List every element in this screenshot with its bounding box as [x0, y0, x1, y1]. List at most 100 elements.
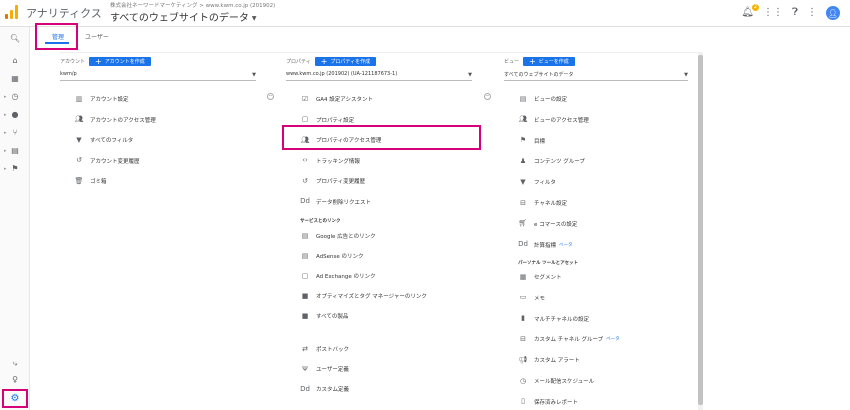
property-item[interactable]: ↺ プロパティ変更履歴 — [300, 175, 365, 187]
view-item[interactable]: 👥︎ ビューのアクセス管理 — [518, 114, 589, 126]
notifications-bell-icon[interactable]: 🔔︎ 2 — [741, 4, 759, 18]
property-access-highlight — [282, 125, 481, 150]
create-account-button[interactable]: + アカウントを作成 — [89, 57, 151, 66]
account-item[interactable]: ↺ アカウント変更履歴 — [74, 155, 140, 167]
view-tool-item[interactable]: ◷ メール配信スケジュール — [518, 375, 594, 387]
property-link-item-label: Google 広告とのリンク — [316, 234, 376, 240]
account-selector[interactable]: kwm/p ▼ — [60, 71, 256, 81]
view-item-label: 目標 — [534, 138, 546, 145]
plus-icon: + — [529, 56, 536, 66]
view-item-label: コンテンツ グループ — [534, 159, 585, 166]
create-view-button[interactable]: + ビューを作成 — [523, 57, 575, 66]
property-item[interactable]: Ψ ユーザー定義 — [300, 363, 349, 375]
property-item[interactable]: Dd カスタム定義 — [300, 383, 349, 395]
help-icon[interactable]: ❓︎ — [792, 8, 798, 18]
account-item[interactable]: ▼ すべてのフィルタ — [74, 134, 133, 146]
code-icon: ‹› — [302, 156, 308, 164]
view-item-label: ビューの設定 — [534, 97, 568, 103]
view-tool-item[interactable]: ▮ マルチチャネルの設定 — [518, 313, 589, 325]
property-item-label: ユーザー定義 — [316, 367, 349, 373]
attribution-icon[interactable]: ⤷ — [0, 359, 30, 369]
view-item[interactable]: ▼ フィルタ — [518, 176, 556, 188]
avatar[interactable]: 👤︎ — [826, 6, 840, 20]
beta-badge: ベータ — [606, 337, 620, 343]
admin-tabs: 管理 ユーザー — [30, 27, 850, 47]
checkbox-icon: ☑ — [301, 94, 309, 103]
property-link-item[interactable]: ▤ Google 広告とのリンク — [300, 230, 376, 242]
conversion-flag-icon[interactable]: ▸ ⚑ — [0, 164, 30, 174]
dd-icon: Dd — [300, 197, 310, 205]
view-item[interactable]: 🛒︎ e コマースの設定 — [518, 218, 578, 230]
account-item[interactable]: ▥ アカウント設定 — [74, 93, 129, 105]
view-item[interactable]: ⚑ 目標 — [518, 135, 545, 147]
fork-icon: Ψ — [302, 364, 308, 373]
property-item[interactable]: ☑ GA4 設定アシスタント — [300, 93, 373, 105]
dark-square-icon: ■ — [301, 311, 309, 320]
view-tool-item-label: メール配信スケジュール — [534, 379, 595, 385]
search-icon[interactable]: 🔍︎ — [0, 34, 30, 44]
bars-icon: ▮ — [521, 314, 525, 323]
megaphone-icon: 📢︎ — [518, 355, 528, 364]
account-item-label: すべてのフィルタ — [90, 138, 134, 144]
discover-bulb-icon[interactable]: ♀ — [0, 375, 30, 385]
note-icon: ▭ — [519, 293, 527, 302]
property-item[interactable]: ⇄ ポストバック — [300, 343, 349, 355]
dark-square-icon: ■ — [301, 291, 309, 300]
view-tool-item[interactable]: ▦ セグメント — [518, 271, 562, 283]
admin-gear-highlight[interactable]: ⚙ — [2, 389, 28, 408]
square-icon: ▢ — [301, 271, 309, 280]
property-item[interactable]: ▢ プロパティ設定 — [300, 114, 354, 126]
tab-user[interactable]: ユーザー — [85, 32, 109, 41]
view-item[interactable]: ⊟ チャネル設定 — [518, 197, 567, 209]
view-tool-item[interactable]: 📢︎ カスタム アラート — [518, 354, 580, 366]
view-selector-dropdown[interactable]: すべてのウェブサイトのデータ ▼ — [504, 71, 688, 81]
property-link-item[interactable]: ▤ AdSense のリンク — [300, 250, 364, 262]
property-item[interactable]: ‹› トラッキング情報 — [300, 155, 360, 167]
view-selector[interactable]: すべてのウェブサイトのデータ ▼ — [110, 9, 257, 24]
account-item-label: ゴミ箱 — [90, 179, 107, 185]
acquisition-icon[interactable]: ▸ ⑂ — [0, 128, 30, 138]
apps-grid-icon[interactable]: ⋮⋮ — [763, 8, 783, 18]
channel-icon: ⊟ — [520, 334, 526, 343]
account-item[interactable]: 🗑︎ ゴミ箱 — [74, 175, 107, 187]
beta-badge: ベータ — [559, 242, 573, 248]
create-property-button[interactable]: + プロパティを作成 — [314, 57, 377, 66]
view-header: ビュー + ビューを作成 — [504, 57, 575, 66]
view-item[interactable]: ▤ ビューの設定 — [518, 93, 567, 105]
audience-person-icon[interactable]: ▸ ● — [0, 110, 30, 120]
property-item-label: GA4 設定アシスタント — [316, 97, 374, 103]
behavior-icon[interactable]: ▸ ▤ — [0, 146, 30, 156]
property-item-label: プロパティ変更履歴 — [316, 179, 366, 185]
property-item-label: トラッキング情報 — [316, 158, 360, 165]
grid-icon: ▤ — [301, 231, 309, 240]
more-vert-icon[interactable]: ⋮ — [807, 8, 817, 18]
property-link-item-label: オプティマイズとタグ マネージャーのリンク — [316, 294, 427, 300]
dashboard-icon[interactable]: ▦ — [0, 74, 30, 84]
property-item[interactable]: Dd データ削除リクエスト — [300, 196, 371, 208]
property-item-label: データ削除リクエスト — [316, 199, 372, 206]
property-selector[interactable]: www.kwm.co.jp (201902) (UA-121187673-1) ▼ — [286, 71, 472, 81]
person-icon: ♟ — [519, 156, 527, 165]
property-link-item[interactable]: ■ オプティマイズとタグ マネージャーのリンク — [300, 290, 427, 302]
view-item[interactable]: Dd 計算指標 ベータ — [518, 239, 573, 251]
property-link-item[interactable]: ■ すべての製品 — [300, 310, 349, 322]
account-item[interactable]: 👥︎ アカウントのアクセス管理 — [74, 114, 156, 126]
view-tool-item[interactable]: ▯ 保存済みレポート — [518, 396, 578, 408]
scrollbar-thumb[interactable] — [698, 55, 703, 405]
realtime-clock-icon[interactable]: ▸ ◷ — [0, 92, 30, 102]
history-icon: ↺ — [76, 156, 82, 164]
view-item-label: 計算指標 — [534, 242, 557, 249]
doc-icon: ▤ — [519, 94, 527, 103]
account-item-label: アカウント変更履歴 — [90, 158, 140, 165]
view-item[interactable]: ♟ コンテンツ グループ — [518, 155, 585, 167]
home-icon[interactable]: ⌂ — [0, 56, 30, 66]
caret-down-icon: ▼ — [252, 72, 256, 78]
view-tool-item[interactable]: ⊟ カスタム チャネル グループ ベータ — [518, 333, 620, 345]
account-breadcrumb[interactable]: 株式会社ネーワードマーケティング > www.kwm.co.jp (201902… — [110, 1, 275, 9]
content-scrollbar[interactable] — [698, 53, 703, 410]
view-title: すべてのウェブサイトのデータ — [110, 13, 249, 24]
view-tool-item-label: メモ — [534, 295, 546, 302]
view-tool-item[interactable]: ▭ メモ — [518, 292, 545, 304]
property-link-item[interactable]: ▢ Ad Exchange のリンク — [300, 270, 376, 282]
analytics-logo-icon[interactable] — [5, 5, 19, 19]
